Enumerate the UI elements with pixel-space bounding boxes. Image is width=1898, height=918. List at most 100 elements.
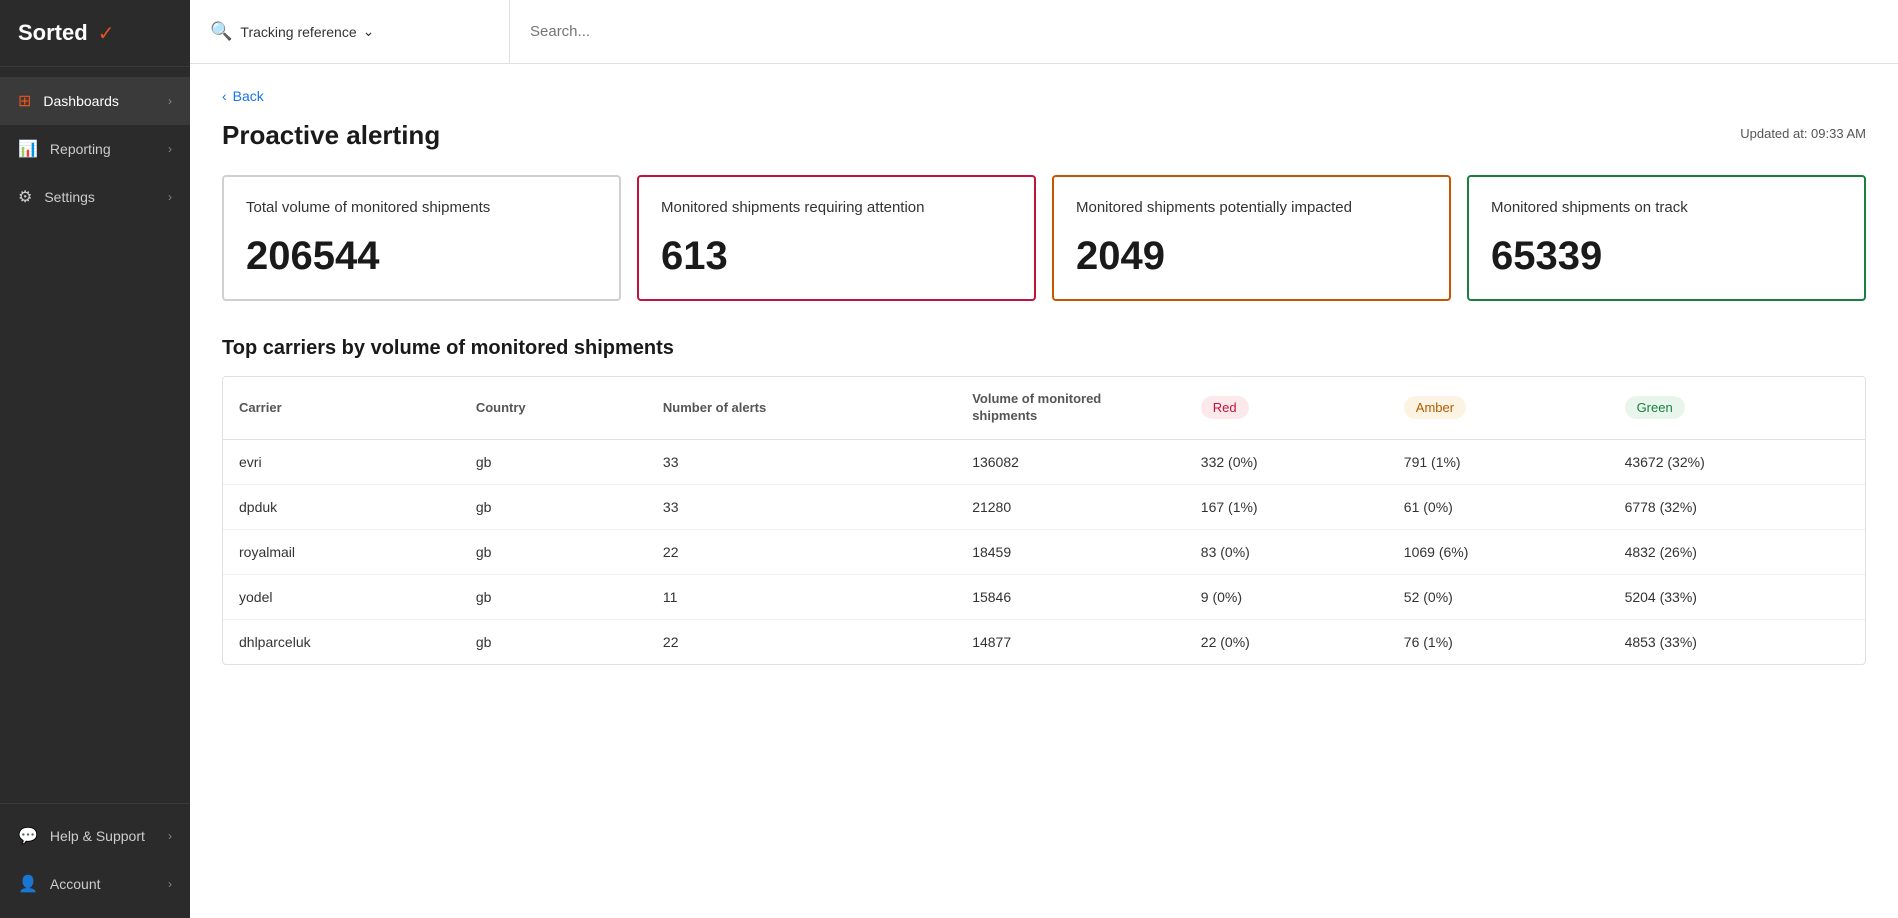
cell-red-4: 22 (0%) — [1185, 619, 1388, 664]
back-chevron-icon: ‹ — [222, 88, 227, 104]
chevron-right-icon: › — [168, 94, 172, 108]
stat-card-impacted-value: 2049 — [1076, 234, 1427, 279]
sidebar-item-settings-label: Settings — [44, 189, 95, 205]
stat-card-attention-label: Monitored shipments requiring attention — [661, 197, 1012, 218]
cell-carrier-0: evri — [223, 439, 460, 484]
table-row: yodel gb 11 15846 9 (0%) 52 (0%) 5204 (3… — [223, 574, 1865, 619]
cell-volume-3: 15846 — [956, 574, 1185, 619]
tracking-reference-label: Tracking reference — [240, 24, 356, 40]
sidebar: Sorted ✓ ⊞ Dashboards › 📊 Reporting › ⚙ … — [0, 0, 190, 918]
sidebar-item-reporting-label: Reporting — [50, 141, 111, 157]
cell-carrier-4: dhlparceluk — [223, 619, 460, 664]
cell-green-4: 4853 (33%) — [1609, 619, 1865, 664]
col-header-amber: Amber — [1388, 377, 1609, 439]
cell-green-1: 6778 (32%) — [1609, 484, 1865, 529]
cell-red-2: 83 (0%) — [1185, 529, 1388, 574]
cell-red-3: 9 (0%) — [1185, 574, 1388, 619]
cell-red-0: 332 (0%) — [1185, 439, 1388, 484]
cell-volume-1: 21280 — [956, 484, 1185, 529]
sidebar-item-dashboards-label: Dashboards — [43, 93, 119, 109]
search-section: 🔍 Tracking reference ⌄ — [190, 0, 510, 63]
cell-carrier-1: dpduk — [223, 484, 460, 529]
cell-country-2: gb — [460, 529, 647, 574]
sidebar-item-account-label: Account — [50, 876, 101, 892]
chevron-right-icon-4: › — [168, 829, 172, 843]
sidebar-item-help-label: Help & Support — [50, 828, 145, 844]
settings-icon: ⚙ — [18, 187, 32, 207]
chevron-right-icon-2: › — [168, 142, 172, 156]
account-icon: 👤 — [18, 874, 38, 894]
sidebar-item-account-left: 👤 Account — [18, 874, 101, 894]
sidebar-item-dashboards[interactable]: ⊞ Dashboards › — [0, 77, 190, 125]
table-row: royalmail gb 22 18459 83 (0%) 1069 (6%) … — [223, 529, 1865, 574]
help-icon: 💬 — [18, 826, 38, 846]
logo-checkmark-icon: ✓ — [98, 21, 115, 46]
cell-green-2: 4832 (26%) — [1609, 529, 1865, 574]
cell-volume-4: 14877 — [956, 619, 1185, 664]
main-content: 🔍 Tracking reference ⌄ ‹ Back Proactive … — [190, 0, 1898, 918]
dashboards-icon: ⊞ — [18, 91, 31, 111]
stat-card-total-label: Total volume of monitored shipments — [246, 197, 597, 218]
carriers-table-container: Carrier Country Number of alerts Volume … — [222, 376, 1866, 665]
col-header-green: Green — [1609, 377, 1865, 439]
topbar: 🔍 Tracking reference ⌄ — [190, 0, 1898, 64]
cell-country-1: gb — [460, 484, 647, 529]
col-header-country: Country — [460, 377, 647, 439]
content-area: ‹ Back Proactive alerting Updated at: 09… — [190, 64, 1898, 918]
sidebar-logo: Sorted ✓ — [0, 0, 190, 67]
dropdown-chevron-icon: ⌄ — [363, 23, 375, 40]
cell-green-3: 5204 (33%) — [1609, 574, 1865, 619]
sidebar-item-reporting-left: 📊 Reporting — [18, 139, 111, 159]
cell-alerts-4: 22 — [647, 619, 956, 664]
sidebar-item-settings-left: ⚙ Settings — [18, 187, 95, 207]
cell-volume-0: 136082 — [956, 439, 1185, 484]
cell-alerts-2: 22 — [647, 529, 956, 574]
amber-badge-header: Amber — [1404, 396, 1466, 419]
col-header-volume: Volume of monitored shipments — [956, 377, 1185, 439]
stat-card-total-value: 206544 — [246, 234, 597, 279]
sidebar-item-help[interactable]: 💬 Help & Support › — [0, 812, 190, 860]
reporting-icon: 📊 — [18, 139, 38, 159]
table-row: evri gb 33 136082 332 (0%) 791 (1%) 4367… — [223, 439, 1865, 484]
page-title: Proactive alerting — [222, 120, 440, 151]
updated-at: Updated at: 09:33 AM — [1740, 120, 1866, 141]
table-row: dpduk gb 33 21280 167 (1%) 61 (0%) 6778 … — [223, 484, 1865, 529]
cell-green-0: 43672 (32%) — [1609, 439, 1865, 484]
green-badge-header: Green — [1625, 396, 1685, 419]
app-name: Sorted — [18, 20, 88, 46]
stat-cards: Total volume of monitored shipments 2065… — [222, 175, 1866, 301]
carriers-section-title: Top carriers by volume of monitored ship… — [222, 337, 1866, 360]
sidebar-item-help-left: 💬 Help & Support — [18, 826, 145, 846]
cell-red-1: 167 (1%) — [1185, 484, 1388, 529]
sidebar-item-settings[interactable]: ⚙ Settings › — [0, 173, 190, 221]
col-header-carrier: Carrier — [223, 377, 460, 439]
table-row: dhlparceluk gb 22 14877 22 (0%) 76 (1%) … — [223, 619, 1865, 664]
cell-amber-1: 61 (0%) — [1388, 484, 1609, 529]
sidebar-divider — [0, 803, 190, 804]
table-header-row: Carrier Country Number of alerts Volume … — [223, 377, 1865, 439]
stat-card-impacted-label: Monitored shipments potentially impacted — [1076, 197, 1427, 218]
sidebar-item-account[interactable]: 👤 Account › — [0, 860, 190, 908]
cell-country-4: gb — [460, 619, 647, 664]
page-header-row: Proactive alerting Updated at: 09:33 AM — [222, 120, 1866, 151]
sidebar-item-reporting[interactable]: 📊 Reporting › — [0, 125, 190, 173]
sidebar-item-dashboards-left: ⊞ Dashboards — [18, 91, 119, 111]
cell-amber-3: 52 (0%) — [1388, 574, 1609, 619]
sidebar-nav: ⊞ Dashboards › 📊 Reporting › ⚙ Settings … — [0, 67, 190, 795]
search-input[interactable] — [530, 23, 1878, 40]
stat-card-total: Total volume of monitored shipments 2065… — [222, 175, 621, 301]
stat-card-track-label: Monitored shipments on track — [1491, 197, 1842, 218]
back-link[interactable]: ‹ Back — [222, 88, 1866, 104]
stat-card-track: Monitored shipments on track 65339 — [1467, 175, 1866, 301]
cell-volume-2: 18459 — [956, 529, 1185, 574]
cell-carrier-2: royalmail — [223, 529, 460, 574]
red-badge-header: Red — [1201, 396, 1249, 419]
stat-card-impacted: Monitored shipments potentially impacted… — [1052, 175, 1451, 301]
stat-card-attention: Monitored shipments requiring attention … — [637, 175, 1036, 301]
col-header-red: Red — [1185, 377, 1388, 439]
back-label: Back — [233, 88, 264, 104]
search-input-section — [510, 0, 1898, 63]
cell-alerts-3: 11 — [647, 574, 956, 619]
stat-card-track-value: 65339 — [1491, 234, 1842, 279]
tracking-reference-dropdown[interactable]: Tracking reference ⌄ — [240, 23, 374, 40]
